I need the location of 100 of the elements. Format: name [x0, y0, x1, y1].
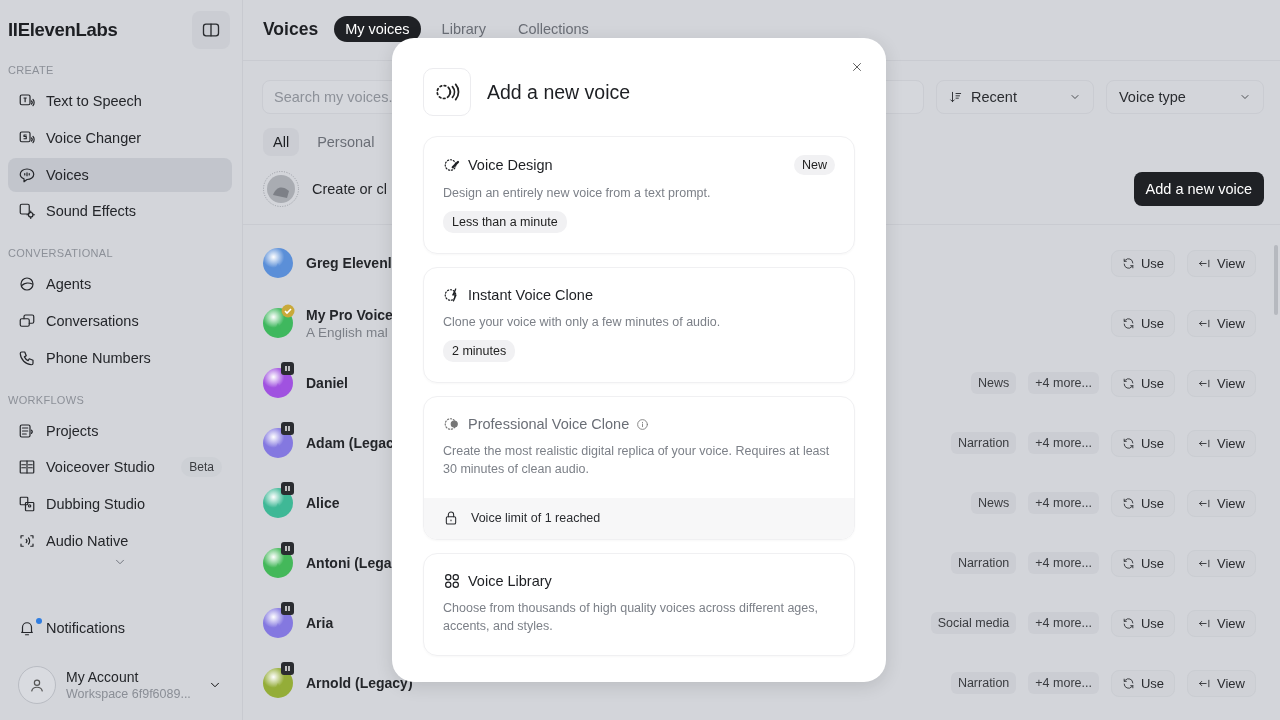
dotted-circle-dot-icon: [443, 415, 461, 433]
sidebar-item[interactable]: Conversations: [8, 304, 232, 338]
voice-tag: Narration: [950, 672, 1017, 694]
limit-notice: Voice limit of 1 reached: [471, 511, 601, 525]
voice-option-card[interactable]: Voice Library Choose from thousands of high quality voices across different ages, accents, and styles.: [423, 553, 855, 656]
option-title: Professional Voice Clone: [468, 416, 630, 432]
voice-name: Alice: [306, 495, 340, 511]
filter-chip[interactable]: All: [263, 128, 300, 156]
option-title: Instant Voice Clone: [468, 287, 594, 303]
refresh-icon: [1121, 256, 1135, 270]
sidebar-toggle-button[interactable]: [192, 11, 230, 49]
voice-description: A English mal: [306, 324, 388, 340]
voice-tag: Narration: [950, 432, 1017, 454]
voice-option-card[interactable]: Instant Voice Clone Clone your voice with only a few minutes of audio. 2 minutes: [423, 267, 855, 383]
tab[interactable]: Library: [430, 16, 497, 42]
view-button[interactable]: View: [1187, 669, 1256, 697]
voice-option-card[interactable]: Voice Design New Design an entirely new voice from a text prompt. Less than a minute: [423, 136, 855, 254]
filter-chip[interactable]: Personal: [307, 128, 385, 156]
four-circles-icon: [443, 572, 461, 590]
refresh-icon: [1121, 316, 1135, 330]
tab[interactable]: My voices: [334, 16, 421, 42]
section-label: WORKFLOWS: [7, 393, 86, 406]
more-tags-chip[interactable]: +4 more...: [1028, 672, 1099, 694]
use-button[interactable]: Use: [1110, 549, 1176, 577]
more-tags-chip[interactable]: +4 more...: [1028, 432, 1099, 454]
notifications-item[interactable]: Notifications: [8, 611, 232, 646]
document-sound-icon: [18, 421, 36, 440]
speech-bubble-icon: [18, 165, 36, 184]
create-voice-text: Create or cl: [312, 181, 387, 197]
pause-badge-icon: [281, 542, 294, 555]
use-button[interactable]: Use: [1110, 249, 1176, 277]
sidebar-item[interactable]: Agents: [8, 267, 232, 302]
sidebar-item[interactable]: Audio Native: [8, 523, 232, 558]
view-button[interactable]: View: [1187, 429, 1256, 457]
view-button[interactable]: View: [1187, 549, 1256, 577]
refresh-icon: [1121, 376, 1135, 390]
account-menu[interactable]: My Account Workspace 6f9f6089...: [0, 656, 240, 714]
more-tags-chip[interactable]: +4 more...: [1028, 612, 1099, 634]
voice-name: Antoni (Lega: [306, 555, 392, 571]
sidebar-item[interactable]: Phone Numbers: [8, 340, 232, 375]
view-button[interactable]: View: [1187, 609, 1256, 637]
use-button[interactable]: Use: [1110, 609, 1176, 637]
voice-tag: Narration: [950, 552, 1017, 574]
pause-badge-icon: [281, 662, 294, 675]
verified-badge-icon: [281, 304, 295, 318]
view-button[interactable]: View: [1187, 249, 1256, 277]
close-icon: [850, 60, 864, 74]
sidebar-item[interactable]: Sound Effects: [8, 194, 232, 229]
more-tags-chip[interactable]: +4 more...: [1028, 552, 1099, 574]
document-gear-icon: [18, 202, 36, 221]
voice-orb-icon: [262, 170, 300, 208]
use-button[interactable]: Use: [1110, 489, 1176, 517]
sidebar-item[interactable]: Voiceover Studio Beta: [8, 450, 232, 485]
use-button[interactable]: Use: [1110, 369, 1176, 397]
use-button[interactable]: Use: [1110, 309, 1176, 337]
refresh-icon: [1121, 676, 1135, 690]
view-button[interactable]: View: [1187, 369, 1256, 397]
lock-icon: [443, 510, 459, 526]
duration-pill: Less than a minute: [443, 211, 567, 233]
more-tags-chip[interactable]: +4 more...: [1028, 372, 1099, 394]
duration-pill: 2 minutes: [443, 340, 516, 362]
option-title: Voice Library: [468, 573, 553, 589]
add-voice-button[interactable]: Add a new voice: [1133, 172, 1264, 206]
refresh-icon: [1121, 436, 1135, 450]
dialog-title: Add a new voice: [487, 80, 631, 104]
dotted-circle-pen-icon: [443, 156, 461, 174]
account-name: My Account: [66, 669, 140, 685]
sidebar-item[interactable]: Text to Speech: [8, 84, 232, 118]
translate-icon: [18, 495, 36, 514]
voice-tag: Social media: [930, 612, 1017, 634]
pause-badge-icon: [281, 422, 294, 435]
sort-dropdown[interactable]: Recent: [936, 80, 1094, 114]
voice-name: My Pro Voice: [306, 306, 393, 323]
voice-tag: News: [971, 492, 1017, 514]
section-label: CREATE: [7, 64, 55, 76]
more-tags-chip[interactable]: +4 more...: [1028, 492, 1099, 514]
voice-type-dropdown[interactable]: Voice type: [1106, 80, 1264, 114]
refresh-icon: [1121, 556, 1135, 570]
pause-badge-icon: [281, 362, 294, 375]
view-button[interactable]: View: [1187, 489, 1256, 517]
voice-name: Daniel: [306, 375, 348, 391]
voice-name: Greg Elevenl: [306, 255, 392, 271]
sidebar-item[interactable]: Projects: [8, 413, 232, 448]
phone-icon: [18, 348, 36, 367]
sidebar-item[interactable]: Dubbing Studio: [8, 487, 232, 522]
voice-name: Arnold (Legacy): [306, 675, 413, 691]
use-button[interactable]: Use: [1110, 669, 1176, 697]
option-description: Clone your voice with only a few minutes of audio.: [443, 314, 722, 331]
sort-icon: [949, 90, 963, 104]
chat-windows-icon: [18, 312, 36, 330]
view-button[interactable]: View: [1187, 309, 1256, 337]
sidebar-item[interactable]: Voices: [8, 157, 232, 192]
pause-badge-icon: [281, 602, 294, 615]
pause-badge-icon: [281, 482, 294, 495]
option-description: Choose from thousands of high quality voices across different ages, accents, and styles.: [443, 600, 819, 635]
use-button[interactable]: Use: [1110, 429, 1176, 457]
refresh-icon: [1121, 616, 1135, 630]
tab[interactable]: Collections: [506, 16, 600, 42]
sidebar-item[interactable]: Voice Changer: [8, 120, 232, 155]
logo[interactable]: IIElevenLabs: [8, 19, 118, 41]
